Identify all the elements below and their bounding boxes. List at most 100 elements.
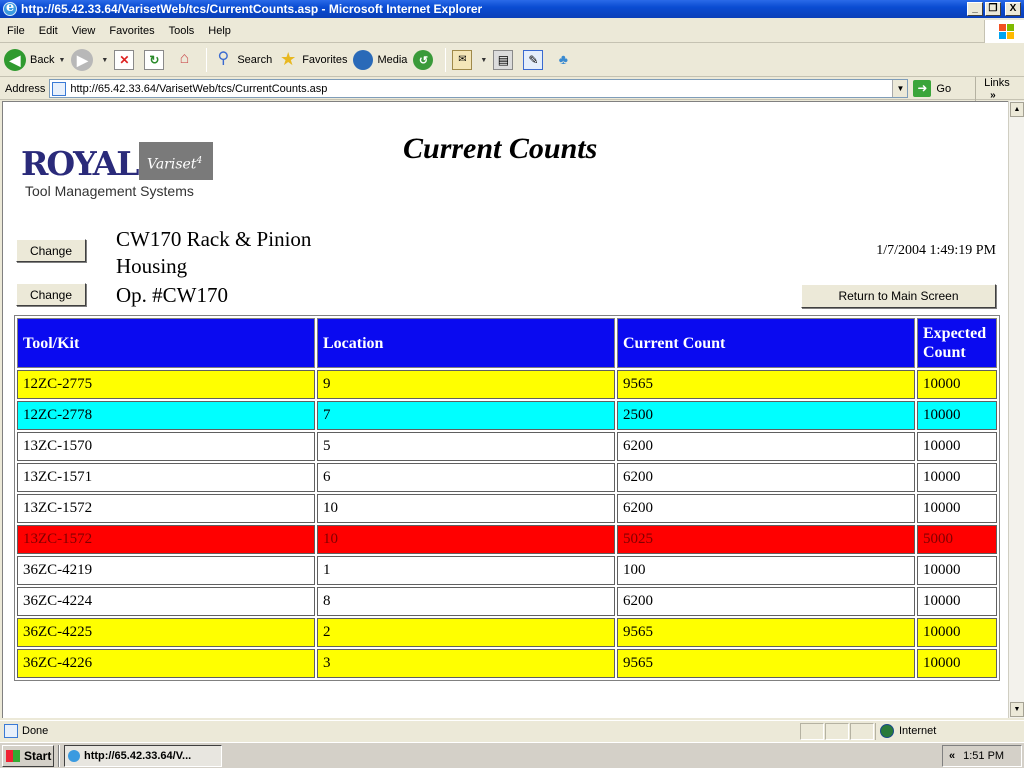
page-status-icon bbox=[4, 724, 18, 738]
home-button[interactable]: ⌂ bbox=[174, 50, 198, 70]
address-input[interactable] bbox=[70, 82, 901, 95]
scroll-down-icon[interactable]: ▼ bbox=[1010, 702, 1024, 717]
cell-expected: 10000 bbox=[917, 649, 997, 678]
page-title: Current Counts bbox=[403, 132, 598, 165]
taskbar-item-ie[interactable]: http://65.42.33.64/V... bbox=[64, 744, 222, 767]
cell-expected: 10000 bbox=[917, 432, 997, 461]
zone-label: Internet bbox=[899, 725, 937, 737]
change-operation-button[interactable]: Change bbox=[16, 283, 86, 306]
edit-button[interactable]: ✎ bbox=[523, 50, 547, 70]
links-button[interactable]: Links » bbox=[975, 76, 1024, 101]
forward-arrow-icon: ▶ bbox=[71, 49, 94, 71]
links-label: Links bbox=[984, 76, 1010, 89]
cell-current: 6200 bbox=[617, 463, 915, 492]
start-button[interactable]: Start bbox=[2, 744, 54, 767]
table-row: 13ZC-1572 10 6200 10000 bbox=[17, 494, 997, 523]
status-text: Done bbox=[22, 725, 49, 737]
page-content: ROYAL Variset4 Tool Management Systems C… bbox=[2, 101, 1008, 718]
address-dropdown-icon[interactable]: ▼ bbox=[892, 80, 908, 97]
forward-button[interactable]: ▶ ▼ bbox=[71, 49, 108, 71]
col-header-location: Location bbox=[317, 318, 615, 368]
security-zone: Internet bbox=[875, 722, 1015, 740]
table-row: 36ZC-4225 2 9565 10000 bbox=[17, 618, 997, 647]
cell-current: 9565 bbox=[617, 618, 915, 647]
cell-expected: 10000 bbox=[917, 370, 997, 399]
windows-start-icon bbox=[6, 749, 20, 762]
return-main-button[interactable]: Return to Main Screen bbox=[801, 284, 996, 308]
window-title-bar[interactable]: http://65.42.33.64/VarisetWeb/tcs/Curren… bbox=[0, 0, 1024, 18]
change-part-button[interactable]: Change bbox=[16, 239, 86, 262]
cell-current: 2500 bbox=[617, 401, 915, 430]
menu-help[interactable]: Help bbox=[201, 25, 238, 37]
cell-current: 9565 bbox=[617, 370, 915, 399]
tray-expand-icon[interactable]: « bbox=[949, 750, 955, 762]
menu-tools[interactable]: Tools bbox=[162, 25, 202, 37]
vertical-scrollbar[interactable]: ▲ ▼ bbox=[1008, 101, 1024, 718]
cell-location: 10 bbox=[317, 525, 615, 554]
table-row: 13ZC-1572 10 5025 5000 bbox=[17, 525, 997, 554]
back-dropdown-icon[interactable]: ▼ bbox=[58, 57, 65, 64]
cell-current: 6200 bbox=[617, 494, 915, 523]
cell-tool: 13ZC-1571 bbox=[17, 463, 315, 492]
cell-tool: 13ZC-1572 bbox=[17, 494, 315, 523]
toolbar-separator bbox=[206, 48, 208, 72]
window-title: http://65.42.33.64/VarisetWeb/tcs/Curren… bbox=[21, 2, 483, 16]
table-row: 12ZC-2775 9 9565 10000 bbox=[17, 370, 997, 399]
col-header-tool: Tool/Kit bbox=[17, 318, 315, 368]
maximize-button[interactable]: ❐ bbox=[985, 2, 1001, 16]
media-button[interactable]: Media bbox=[353, 50, 407, 70]
print-button[interactable]: ▤ bbox=[493, 50, 517, 70]
favorites-button[interactable]: ★ Favorites bbox=[278, 50, 347, 70]
cell-tool: 36ZC-4225 bbox=[17, 618, 315, 647]
search-label: Search bbox=[237, 54, 273, 66]
minimize-button[interactable]: _ bbox=[967, 2, 983, 16]
counts-table: Tool/Kit Location Current Count Expected… bbox=[14, 315, 1000, 681]
cell-location: 6 bbox=[317, 463, 615, 492]
menu-bar: File Edit View Favorites Tools Help bbox=[0, 20, 1024, 43]
cell-expected: 5000 bbox=[917, 525, 997, 554]
cell-expected: 10000 bbox=[917, 587, 997, 616]
menu-edit[interactable]: Edit bbox=[32, 25, 65, 37]
logo-brand: ROYAL bbox=[21, 144, 139, 183]
go-button[interactable]: ➜ Go bbox=[913, 80, 951, 97]
cell-location: 1 bbox=[317, 556, 615, 585]
mail-icon: ✉ bbox=[452, 50, 473, 70]
search-button[interactable]: ⚲ Search bbox=[213, 50, 272, 70]
taskbar: Start http://65.42.33.64/V... « 1:51 PM bbox=[0, 742, 1024, 768]
address-field[interactable]: ▼ bbox=[49, 79, 909, 98]
back-button[interactable]: ◀ Back ▼ bbox=[4, 49, 65, 71]
printer-icon: ▤ bbox=[493, 50, 514, 70]
mail-button[interactable]: ✉ ▼ bbox=[452, 50, 487, 70]
history-button[interactable]: ↺ bbox=[413, 50, 437, 70]
cell-expected: 10000 bbox=[917, 494, 997, 523]
close-button[interactable]: X bbox=[1005, 2, 1021, 16]
links-chevron-icon: » bbox=[990, 89, 996, 101]
forward-dropdown-icon[interactable]: ▼ bbox=[101, 57, 108, 64]
cell-expected: 10000 bbox=[917, 401, 997, 430]
stop-button[interactable]: ✕ bbox=[114, 50, 138, 70]
cell-tool: 13ZC-1572 bbox=[17, 525, 315, 554]
cell-tool: 36ZC-4226 bbox=[17, 649, 315, 678]
cell-expected: 10000 bbox=[917, 463, 997, 492]
menu-view[interactable]: View bbox=[65, 25, 103, 37]
menu-file[interactable]: File bbox=[0, 25, 32, 37]
back-arrow-icon: ◀ bbox=[4, 49, 26, 71]
home-icon: ⌂ bbox=[179, 50, 190, 67]
cell-location: 8 bbox=[317, 587, 615, 616]
scroll-up-icon[interactable]: ▲ bbox=[1010, 102, 1024, 117]
cell-expected: 10000 bbox=[917, 556, 997, 585]
media-icon bbox=[353, 50, 374, 70]
mail-dropdown-icon[interactable]: ▼ bbox=[480, 57, 487, 64]
status-pane bbox=[800, 722, 824, 740]
col-header-expected: Expected Count bbox=[917, 318, 997, 368]
cell-current: 5025 bbox=[617, 525, 915, 554]
favorites-star-icon: ★ bbox=[280, 49, 297, 69]
table-row: 13ZC-1571 6 6200 10000 bbox=[17, 463, 997, 492]
system-tray: « 1:51 PM bbox=[942, 745, 1022, 767]
stop-icon: ✕ bbox=[114, 50, 135, 70]
refresh-button[interactable]: ↻ bbox=[144, 50, 168, 70]
status-pane bbox=[850, 722, 874, 740]
menu-favorites[interactable]: Favorites bbox=[102, 25, 161, 37]
ie-task-icon bbox=[68, 749, 80, 762]
messenger-button[interactable]: ♣ bbox=[553, 50, 577, 70]
